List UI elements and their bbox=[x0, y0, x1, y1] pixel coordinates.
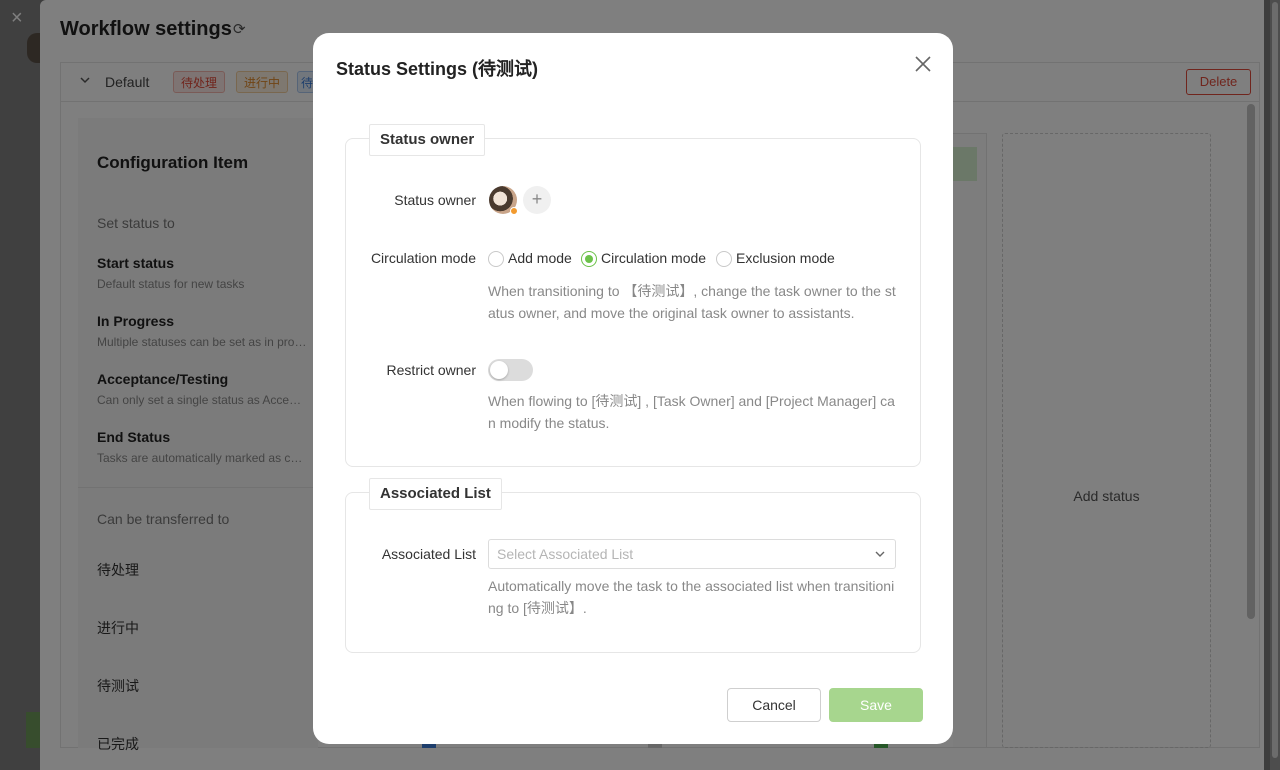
circulation-help-text: When transitioning to 【待测试】, change the … bbox=[488, 283, 896, 321]
status-owner-label: Status owner bbox=[394, 192, 476, 208]
restrict-owner-label: Restrict owner bbox=[386, 362, 476, 378]
associated-list-label: Associated List bbox=[381, 546, 476, 562]
online-status-dot bbox=[510, 207, 518, 215]
associated-list-legend: Associated List bbox=[369, 478, 502, 510]
add-owner-button[interactable]: + bbox=[523, 186, 551, 214]
radio-label: Circulation mode bbox=[601, 250, 707, 266]
restrict-help-text: When flowing to [待测试] , [Task Owner] and… bbox=[488, 393, 895, 431]
associated-help-text: Automatically move the task to the assoc… bbox=[488, 578, 895, 616]
circulation-mode-label: Circulation mode bbox=[370, 250, 476, 266]
radio-label: Add mode bbox=[508, 250, 572, 266]
radio-label: Exclusion mode bbox=[736, 250, 835, 266]
radio-dot bbox=[581, 251, 597, 267]
radio-dot bbox=[716, 251, 732, 267]
dialog-title: Status Settings (待测试) bbox=[336, 59, 539, 79]
restrict-owner-toggle[interactable] bbox=[488, 359, 533, 381]
radio-dot bbox=[488, 251, 504, 267]
close-icon[interactable] bbox=[913, 54, 933, 74]
chevron-down-icon bbox=[873, 547, 887, 561]
associated-list-section bbox=[345, 492, 921, 653]
associated-list-select[interactable]: Select Associated List bbox=[488, 539, 896, 569]
status-owner-legend: Status owner bbox=[369, 124, 486, 156]
save-button[interactable]: Save bbox=[829, 688, 923, 722]
select-placeholder: Select Associated List bbox=[497, 546, 634, 562]
status-settings-dialog: Status Settings (待测试) Status owner Statu… bbox=[313, 33, 953, 744]
cancel-button[interactable]: Cancel bbox=[727, 688, 821, 722]
